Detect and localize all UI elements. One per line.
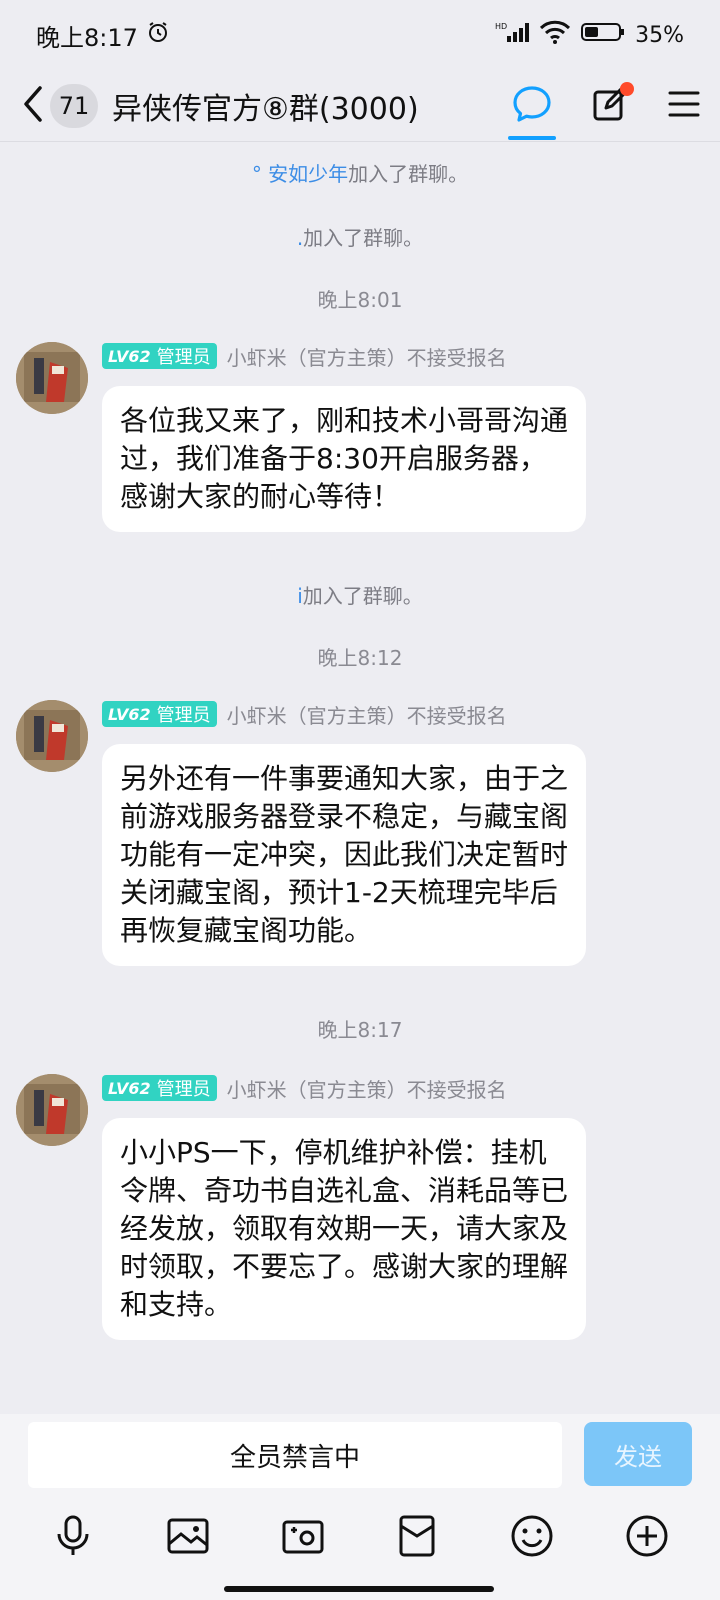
svg-text:HD: HD bbox=[495, 22, 507, 31]
emoji-icon bbox=[510, 1514, 554, 1562]
chat-bubble-icon bbox=[512, 85, 552, 127]
message-meta: LV62 管理员 小虾米（官方主策）不接受报名 bbox=[102, 700, 507, 728]
message-bubble[interactable]: 小小PS一下，停机维护补偿：挂机令牌、奇功书自选礼盒、消耗品等已经发放，领取有效… bbox=[102, 1118, 586, 1340]
unread-count-badge: 71 bbox=[50, 83, 98, 128]
back-icon bbox=[20, 84, 46, 128]
system-notice: i加入了群聊。 bbox=[0, 580, 720, 609]
sender-name[interactable]: 小虾米（官方主策）不接受报名 bbox=[227, 1074, 507, 1103]
group-notice-button[interactable] bbox=[592, 81, 634, 126]
system-notice-name[interactable]: ° 安如少年 bbox=[252, 162, 348, 186]
camera-icon bbox=[281, 1516, 325, 1560]
level-badge: LV62 管理员 bbox=[102, 343, 217, 369]
red-packet-button[interactable] bbox=[389, 1510, 445, 1566]
system-notice: .加入了群聊。 bbox=[0, 222, 720, 251]
message-item: LV62 管理员 小虾米（官方主策）不接受报名 小小PS一下，停机维护补偿：挂机令… bbox=[16, 1074, 706, 1354]
camera-button[interactable] bbox=[275, 1510, 331, 1566]
back-button[interactable]: 71 bbox=[20, 83, 98, 128]
system-notice-text: 加入了群聊。 bbox=[302, 584, 423, 608]
message-bubble[interactable]: 另外还有一件事要通知大家，由于之前游戏服务器登录不稳定，与藏宝阁功能有一定冲突，… bbox=[102, 744, 586, 966]
timestamp: 晚上8:01 bbox=[317, 288, 403, 312]
plus-icon bbox=[625, 1514, 669, 1562]
mic-icon bbox=[53, 1514, 93, 1562]
wifi-icon bbox=[539, 20, 571, 50]
image-icon bbox=[166, 1516, 210, 1560]
battery-percent: 35% bbox=[635, 22, 684, 48]
send-button[interactable]: 发送 bbox=[584, 1422, 692, 1486]
level-badge: LV62 管理员 bbox=[102, 701, 217, 727]
menu-button[interactable] bbox=[668, 89, 700, 123]
avatar[interactable] bbox=[16, 700, 88, 772]
signal-icon: HD bbox=[495, 20, 530, 50]
message-meta: LV62 管理员 小虾米（官方主策）不接受报名 bbox=[102, 1074, 507, 1102]
message-meta: LV62 管理员 小虾米（官方主策）不接受报名 bbox=[102, 342, 507, 370]
system-notice-text: 加入了群聊。 bbox=[348, 162, 469, 186]
sender-name[interactable]: 小虾米（官方主策）不接受报名 bbox=[227, 700, 507, 729]
system-notice: ° 安如少年加入了群聊。 bbox=[0, 158, 720, 187]
message-item: LV62 管理员 小虾米（官方主策）不接受报名 另外还有一件事要通知大家，由于之前… bbox=[16, 700, 706, 980]
group-title[interactable]: 异侠传官方⑧群(3000) bbox=[112, 84, 419, 128]
voice-button[interactable] bbox=[45, 1510, 101, 1566]
battery-icon bbox=[581, 20, 625, 50]
timestamp: 晚上8:17 bbox=[317, 1018, 403, 1042]
avatar[interactable] bbox=[16, 1074, 88, 1146]
edit-notice-icon bbox=[592, 86, 628, 126]
message-item: LV62 管理员 小虾米（官方主策）不接受报名 各位我又来了，刚和技术小哥哥沟通过… bbox=[16, 342, 706, 542]
home-indicator[interactable] bbox=[224, 1586, 494, 1592]
alarm-icon bbox=[146, 20, 170, 50]
message-bubble[interactable]: 各位我又来了，刚和技术小哥哥沟通过，我们准备于8:30开启服务器，感谢大家的耐心… bbox=[102, 386, 586, 532]
input-bar: 全员禁言中 发送 bbox=[0, 1414, 720, 1600]
emoji-button[interactable] bbox=[504, 1510, 560, 1566]
notification-dot bbox=[620, 81, 634, 96]
input-toolbar bbox=[0, 1510, 720, 1566]
status-bar: 晚上8:17 HD 35% bbox=[0, 0, 720, 70]
message-input-muted[interactable]: 全员禁言中 bbox=[28, 1422, 562, 1488]
chat-header: 71 异侠传官方⑧群(3000) bbox=[0, 70, 720, 142]
menu-icon bbox=[668, 91, 700, 123]
timestamp: 晚上8:12 bbox=[317, 646, 403, 670]
system-notice-text: 加入了群聊。 bbox=[303, 226, 424, 250]
red-packet-icon bbox=[397, 1514, 437, 1562]
avatar[interactable] bbox=[16, 342, 88, 414]
more-button[interactable] bbox=[619, 1510, 675, 1566]
status-time: 晚上8:17 bbox=[36, 23, 138, 52]
image-button[interactable] bbox=[160, 1510, 216, 1566]
chat-messages[interactable]: ° 安如少年加入了群聊。 .加入了群聊。 晚上8:01 LV62 管理员 小虾米（… bbox=[0, 142, 720, 1414]
sender-name[interactable]: 小虾米（官方主策）不接受报名 bbox=[227, 342, 507, 371]
level-badge: LV62 管理员 bbox=[102, 1075, 217, 1101]
tab-chat[interactable] bbox=[508, 70, 556, 142]
